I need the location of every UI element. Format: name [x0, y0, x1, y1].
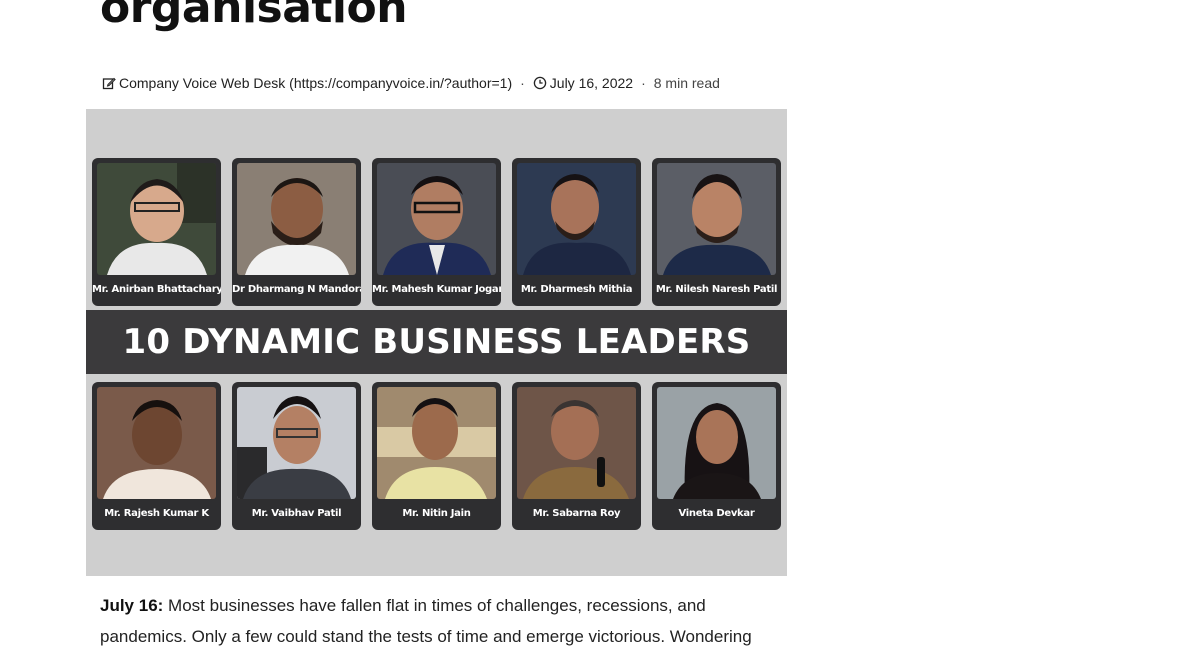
edit-icon: [102, 76, 116, 90]
leader-photo: [237, 387, 356, 499]
leader-photo: [657, 387, 776, 499]
leader-name: Vineta Devkar: [678, 508, 755, 519]
leader-card: Mr. Mahesh Kumar Jogani: [372, 158, 501, 306]
leader-card: Mr. Rajesh Kumar K: [92, 382, 221, 530]
clock-icon: [533, 76, 547, 90]
dateline: July 16:: [100, 596, 164, 615]
leader-photo: [377, 387, 496, 499]
leader-name: Mr. Sabarna Roy: [532, 508, 621, 519]
leader-photo: [377, 163, 496, 275]
leader-name: Mr. Vaibhav Patil: [251, 508, 342, 519]
author-link[interactable]: Company Voice Web Desk (https://companyv…: [119, 75, 512, 91]
leader-card: Mr. Dharmesh Mithia: [512, 158, 641, 306]
meta-separator: ·: [520, 75, 525, 91]
leader-photo: [97, 163, 216, 275]
leader-card: Mr. Nitin Jain: [372, 382, 501, 530]
leader-photo: [517, 163, 636, 275]
read-time: 8 min read: [653, 75, 720, 91]
leader-name: Mr. Anirban Bhattacharya: [92, 284, 221, 295]
leader-photo: [657, 163, 776, 275]
leader-card: Mr. Sabarna Roy: [512, 382, 641, 530]
meta-separator: ·: [641, 75, 646, 91]
leader-name: Mr. Nitin Jain: [402, 508, 471, 519]
leader-name: Mr. Rajesh Kumar K: [104, 508, 209, 519]
leader-name: Mr. Mahesh Kumar Jogani: [372, 284, 501, 295]
leader-photo: [237, 163, 356, 275]
leader-name: Dr Dharmang N Mandora: [232, 284, 361, 295]
leader-photo: [517, 387, 636, 499]
leader-name: Mr. Nilesh Naresh Patil: [655, 284, 778, 295]
leader-card: Mr. Anirban Bhattacharya: [92, 158, 221, 306]
hero-banner: 10 DYNAMIC BUSINESS LEADERS: [86, 310, 787, 374]
leader-name: Mr. Dharmesh Mithia: [520, 284, 633, 295]
leader-card: Dr Dharmang N Mandora: [232, 158, 361, 306]
article-meta: Company Voice Web Desk (https://companyv…: [102, 73, 720, 93]
article-paragraph: Most businesses have fallen flat in time…: [100, 596, 752, 646]
leader-card: Mr. Nilesh Naresh Patil: [652, 158, 781, 306]
publish-date: July 16, 2022: [549, 75, 634, 91]
article-title: organisation: [100, 0, 408, 33]
hero-image: Mr. Anirban Bhattacharya Dr Dharmang N M…: [86, 109, 787, 576]
leaders-top-row: Mr. Anirban Bhattacharya Dr Dharmang N M…: [86, 158, 787, 306]
leader-photo: [97, 387, 216, 499]
leader-card: Vineta Devkar: [652, 382, 781, 530]
leader-card: Mr. Vaibhav Patil: [232, 382, 361, 530]
article-body: July 16: Most businesses have fallen fla…: [100, 590, 790, 650]
leaders-bottom-row: Mr. Rajesh Kumar K Mr. Vaibhav Patil Mr.…: [86, 382, 787, 530]
